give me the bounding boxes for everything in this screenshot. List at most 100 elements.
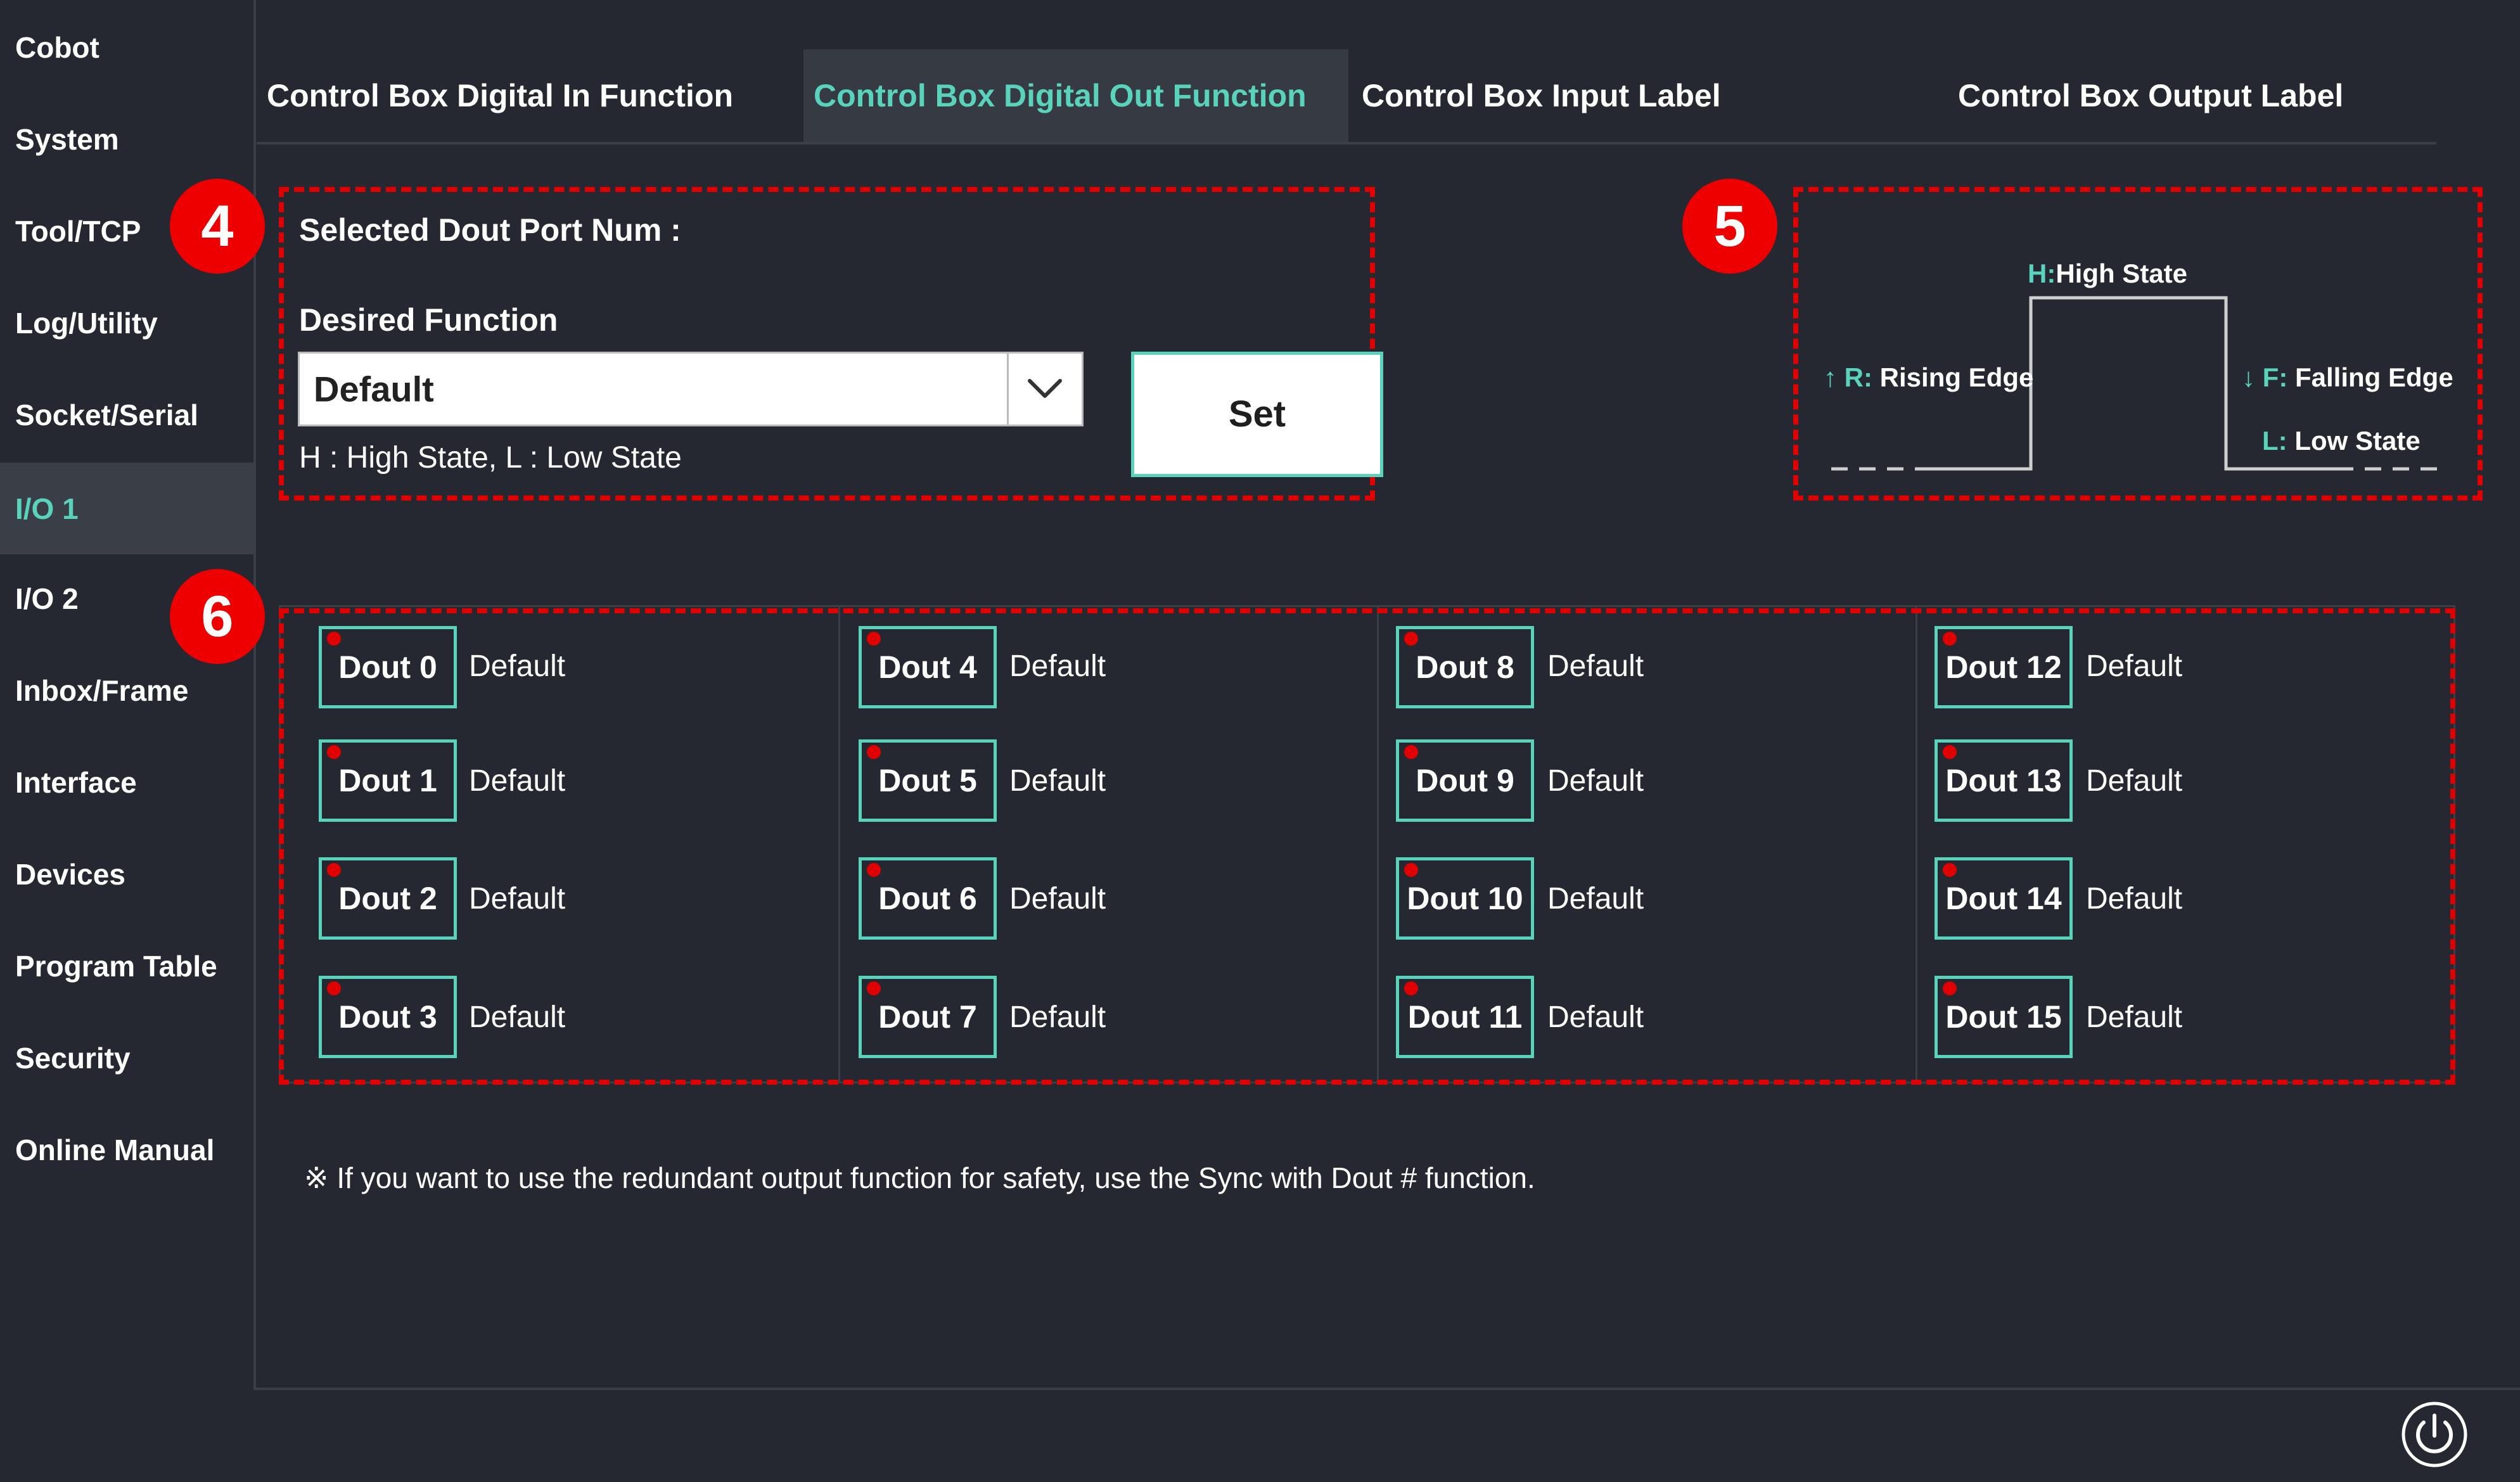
sidebar-item-security[interactable]: Security [0,1014,253,1102]
sidebar-item-label: Security [15,1042,131,1075]
port-label: Dout 14 [1945,881,2062,916]
port-function-value: Default [1547,882,1644,916]
low-state-label: L: Low State [2262,426,2421,456]
desired-function-label: Desired Function [299,302,558,338]
port-status-dot [1943,632,1957,646]
port-function-value: Default [1547,649,1644,683]
port-function-value: Default [1009,649,1106,683]
sidebar-item-cobot[interactable]: Cobot [0,3,253,92]
rising-edge-label: ↑ R: Rising Edge [1824,362,2034,392]
sidebar-item-io1[interactable]: I/O 1 [0,463,253,554]
sidebar-item-log-utility[interactable]: Log/Utility [0,279,253,367]
dout-port-button[interactable]: Dout 6 [859,857,997,940]
sidebar-item-label: Interface [15,766,137,799]
chevron-down-icon[interactable] [1007,354,1082,425]
port-status-dot [1943,981,1957,995]
port-function-value: Default [1009,882,1106,916]
port-status-dot [1404,981,1418,995]
port-label: Dout 3 [338,999,437,1035]
tab-output-label[interactable]: Control Box Output Label [1901,49,2436,142]
tab-label: Control Box Digital Out Function [814,78,1307,113]
port-function-value: Default [469,1000,566,1034]
tab-digital-in-function[interactable]: Control Box Digital In Function [257,49,798,142]
power-icon[interactable] [2400,1400,2469,1469]
dout-port-button[interactable]: Dout 5 [859,739,997,822]
high-state-label: H:High State [2028,259,2188,288]
tab-label: Control Box Output Label [1958,78,2344,113]
sidebar-item-label: Online Manual [15,1134,215,1166]
tab-bar: Control Box Digital In Function Control … [257,49,2436,144]
port-status-dot [1943,745,1957,759]
footer-divider [253,1388,2520,1390]
annotation-badge-5: 5 [1682,179,1777,274]
sidebar-item-label: Inbox/Frame [15,674,189,707]
redundant-output-note: ※ If you want to use the redundant outpu… [304,1161,1535,1194]
port-function-value: Default [2086,764,2183,798]
tab-digital-out-function[interactable]: Control Box Digital Out Function [803,49,1348,142]
dout-port-button[interactable]: Dout 11 [1396,976,1534,1058]
dout-port-button[interactable]: Dout 15 [1935,976,2073,1058]
set-button[interactable]: Set [1131,352,1383,477]
port-label: Dout 0 [338,649,437,685]
dout-port-button[interactable]: Dout 0 [319,626,457,708]
port-status-dot [1404,863,1418,877]
dout-port-button[interactable]: Dout 3 [319,976,457,1058]
dout-port-button[interactable]: Dout 4 [859,626,997,708]
tab-label: Control Box Digital In Function [267,78,734,113]
port-label: Dout 15 [1945,999,2062,1035]
sidebar-item-program-table[interactable]: Program Table [0,922,253,1011]
annotation-badge-4: 4 [170,179,265,274]
sidebar-item-label: Cobot [15,31,99,64]
port-label: Dout 10 [1407,881,1523,916]
sidebar-item-interface[interactable]: Interface [0,738,253,827]
port-label: Dout 6 [878,881,977,916]
dout-port-button[interactable]: Dout 8 [1396,626,1534,708]
port-function-value: Default [2086,649,2183,683]
annotation-badge-6: 6 [170,569,265,664]
port-label: Dout 9 [1416,763,1514,798]
dout-port-button[interactable]: Dout 14 [1935,857,2073,940]
port-label: Dout 7 [878,999,977,1035]
dout-port-button[interactable]: Dout 13 [1935,739,2073,822]
port-status-dot [327,632,341,646]
dout-port-button[interactable]: Dout 2 [319,857,457,940]
dout-port-button[interactable]: Dout 7 [859,976,997,1058]
function-select[interactable]: Default [298,352,1084,426]
port-function-value: Default [1547,1000,1644,1034]
dout-port-button[interactable]: Dout 9 [1396,739,1534,822]
port-status-dot [327,981,341,995]
sidebar-item-label: Devices [15,858,125,891]
port-function-value: Default [469,649,566,683]
port-status-dot [867,981,881,995]
dout-port-button[interactable]: Dout 1 [319,739,457,822]
sidebar-item-socket-serial[interactable]: Socket/Serial [0,371,253,459]
sidebar-item-label: Log/Utility [15,307,158,340]
sidebar-item-online-manual[interactable]: Online Manual [0,1106,253,1194]
port-label: Dout 11 [1407,999,1523,1035]
port-status-dot [867,745,881,759]
port-function-value: Default [1547,764,1644,798]
sidebar-item-label: System [15,123,119,156]
dout-port-button[interactable]: Dout 12 [1935,626,2073,708]
port-status-dot [867,632,881,646]
tab-input-label[interactable]: Control Box Input Label [1352,49,1896,142]
sidebar-item-system[interactable]: System [0,95,253,184]
port-label: Dout 13 [1945,763,2062,798]
port-label: Dout 12 [1945,649,2062,685]
port-function-value: Default [469,764,566,798]
port-function-value: Default [2086,1000,2183,1034]
port-status-dot [327,863,341,877]
sidebar-item-label: I/O 2 [15,582,79,615]
port-label: Dout 2 [338,881,437,916]
sidebar-item-label: Socket/Serial [15,399,198,431]
port-function-value: Default [469,882,566,916]
sidebar-item-devices[interactable]: Devices [0,830,253,919]
port-status-dot [1404,745,1418,759]
selected-port-label: Selected Dout Port Num : [299,212,681,248]
port-status-dot [1943,863,1957,877]
port-label: Dout 5 [878,763,977,798]
port-status-dot [1404,632,1418,646]
port-label: Dout 1 [338,763,437,798]
state-legend-text: H : High State, L : Low State [299,441,682,475]
dout-port-button[interactable]: Dout 10 [1396,857,1534,940]
